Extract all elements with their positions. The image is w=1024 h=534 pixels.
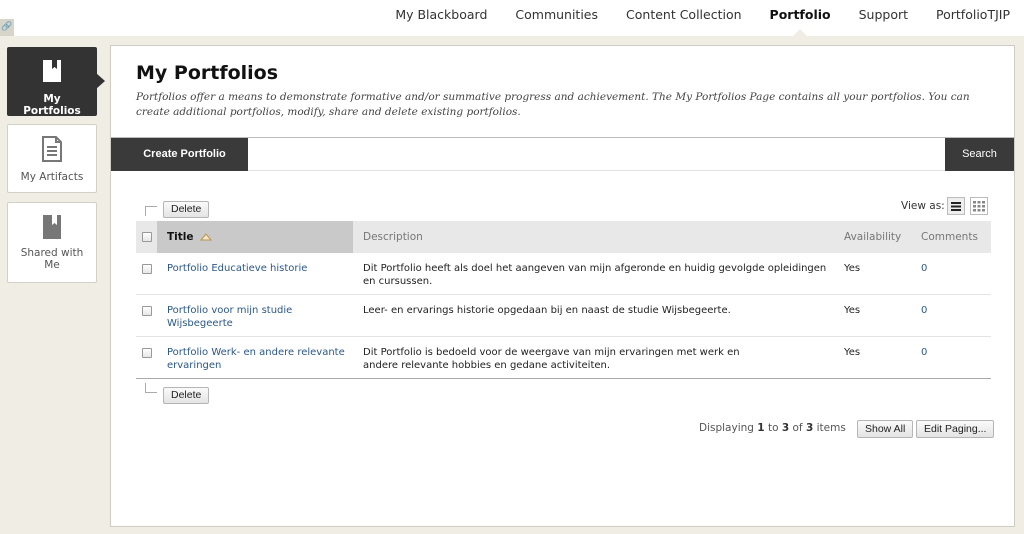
paging-of: of [792,422,803,434]
sidebar-item-my-portfolios[interactable]: My Portfolios [7,47,105,117]
portfolio-availability: Yes [844,263,861,274]
column-header-availability[interactable]: Availability [844,221,901,253]
sort-ascending-icon [200,233,213,241]
grid-view-icon[interactable] [970,197,988,215]
portfolio-description: Leer- en ervarings historie opgedaan bij… [363,305,731,316]
table-row: Portfolio Educatieve historie Dit Portfo… [136,253,991,295]
paging-prefix: Displaying [699,422,754,434]
paging-start: 1 [757,422,765,434]
column-header-comments[interactable]: Comments [921,221,978,253]
paging-to: to [767,422,779,434]
create-portfolio-button[interactable]: Create Portfolio [111,138,248,171]
bulk-action-arrow-icon [145,206,157,216]
nav-communities[interactable]: Communities [501,0,612,36]
delete-button-bottom[interactable]: Delete [163,387,210,404]
nav-portfoliotjip[interactable]: PortfolioTJIP [922,0,1024,36]
row-checkbox[interactable] [142,306,152,316]
portfolio-description: Dit Portfolio heeft als doel het aangeve… [363,263,827,287]
column-header-title[interactable]: Title [157,221,353,253]
sidebar-item-label: Shared with Me [20,247,84,271]
table-header: Title Description Availability Comments [136,221,991,253]
top-navigation-bar: 🔗 My Blackboard Communities Content Coll… [0,0,1024,36]
column-title-label: Title [167,231,194,243]
document-icon [8,125,96,167]
edit-paging-button[interactable]: Edit Paging... [916,420,995,438]
sidebar-item-label: My Artifacts [20,171,84,183]
sidebar-item-shared-with-me[interactable]: Shared with Me [7,202,97,283]
nav-portfolio[interactable]: Portfolio [756,0,845,36]
delete-button-top[interactable]: Delete [163,201,210,218]
show-all-button[interactable]: Show All [857,420,914,438]
sidebar-item-label: My Portfolios [23,93,81,117]
paging-end: 3 [781,422,790,434]
table-row: Portfolio Werk- en andere relevante erva… [136,337,991,379]
row-checkbox[interactable] [142,348,152,358]
portfolio-description: Dit Portfolio is bedoeld voor de weergav… [363,347,740,371]
view-as-label: View as: [901,200,945,212]
select-all-checkbox[interactable] [142,232,152,242]
portfolio-title-link[interactable]: Portfolio Educatieve historie [167,262,347,275]
search-button[interactable]: Search [945,138,1014,171]
portfolio-book-icon [8,48,96,85]
sidebar-item-my-artifacts[interactable]: My Artifacts [7,124,97,193]
page-description: Portfolios offer a means to demonstrate … [136,91,970,118]
portfolio-title-link[interactable]: Portfolio Werk- en andere relevante erva… [167,346,357,372]
portfolio-comments-link[interactable]: 0 [921,262,927,275]
portfolio-availability: Yes [844,305,861,316]
bulk-action-arrow-icon [145,383,157,393]
portfolio-comments-link[interactable]: 0 [921,304,927,317]
main-nav: My Blackboard Communities Content Collec… [381,0,1024,36]
nav-my-blackboard[interactable]: My Blackboard [381,0,501,36]
row-checkbox[interactable] [142,264,152,274]
paging-total: 3 [805,422,814,434]
portfolio-availability: Yes [844,347,861,358]
list-view-icon[interactable] [947,197,965,215]
shared-book-icon [8,203,96,245]
content-panel: My Portfolios Portfolios offer a means t… [110,45,1015,527]
nav-content-collection[interactable]: Content Collection [612,0,756,36]
link-icon[interactable]: 🔗 [0,19,14,36]
paging-suffix: items [816,422,846,434]
portfolio-comments-link[interactable]: 0 [921,346,927,359]
action-bar: Create Portfolio Search [111,137,1014,171]
column-header-description[interactable]: Description [363,221,423,253]
portfolio-table: Title Description Availability Comments … [136,221,991,379]
page-title: My Portfolios [136,62,279,84]
paging-summary: Displaying 1 to 3 of 3 items [699,422,846,434]
portfolio-title-link[interactable]: Portfolio voor mijn studie Wijsbegeerte [167,304,317,330]
table-row: Portfolio voor mijn studie Wijsbegeerte … [136,295,991,337]
nav-support[interactable]: Support [845,0,922,36]
